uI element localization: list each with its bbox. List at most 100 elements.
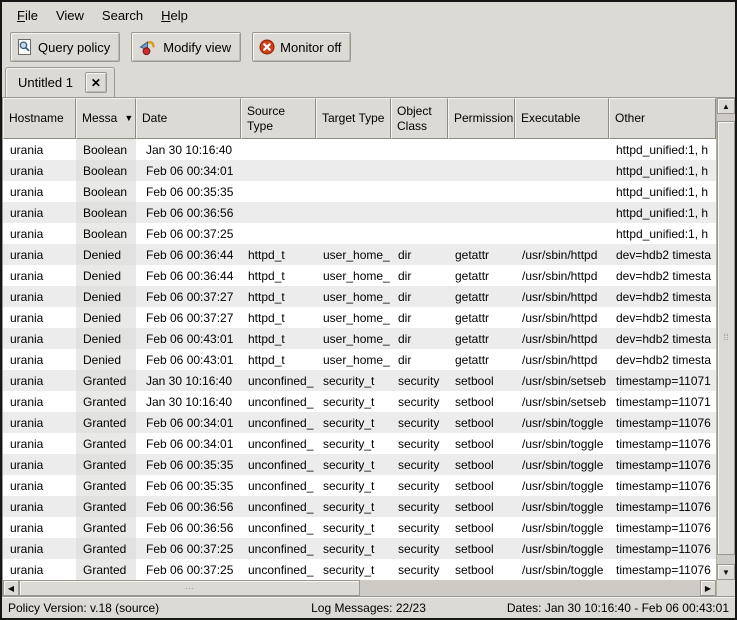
menu-view[interactable]: View	[47, 5, 93, 26]
table-cell: user_home_	[316, 286, 391, 307]
table-cell: security	[391, 412, 448, 433]
find-document-icon	[17, 39, 33, 55]
table-cell: Feb 06 00:37:25	[136, 223, 241, 244]
table-cell: urania	[3, 370, 76, 391]
column-header-executable[interactable]: Executable	[515, 98, 609, 139]
table-row[interactable]: uraniaGrantedFeb 06 00:36:56unconfined_s…	[3, 496, 716, 517]
table-row[interactable]: uraniaBooleanFeb 06 00:37:25httpd_unifie…	[3, 223, 716, 244]
scroll-right-button[interactable]: ▶	[700, 580, 716, 596]
tab-untitled-1[interactable]: Untitled 1 ✕	[5, 67, 115, 97]
table-row[interactable]: uraniaGrantedFeb 06 00:34:01unconfined_s…	[3, 433, 716, 454]
down-arrow-icon: ▼	[722, 568, 730, 577]
table-cell: timestamp=11076	[609, 496, 716, 517]
table-cell: getattr	[448, 307, 515, 328]
horizontal-scroll-trough[interactable]: ⋯	[19, 580, 700, 596]
horizontal-scroll-thumb[interactable]: ⋯	[19, 580, 360, 596]
column-header-source-type[interactable]: Source Type	[241, 98, 316, 139]
vertical-scrollbar[interactable]: ▲ ⁞⁞ ▼	[716, 98, 735, 580]
thumb-grip-icon: ⁞⁞	[723, 333, 728, 342]
horizontal-scrollbar[interactable]: ◀ ⋯ ▶	[3, 580, 716, 596]
table-row[interactable]: uraniaBooleanFeb 06 00:36:56httpd_unifie…	[3, 202, 716, 223]
table-cell: security_t	[316, 559, 391, 580]
table-cell: user_home_	[316, 307, 391, 328]
column-header-date[interactable]: Date	[136, 98, 241, 139]
column-header-other[interactable]: Other	[609, 98, 716, 139]
table-cell: /usr/sbin/toggle	[515, 433, 609, 454]
monitor-off-button[interactable]: Monitor off	[252, 32, 351, 62]
table-row[interactable]: uraniaGrantedFeb 06 00:35:35unconfined_s…	[3, 475, 716, 496]
table-row[interactable]: uraniaDeniedFeb 06 00:43:01httpd_tuser_h…	[3, 349, 716, 370]
table-cell: httpd_t	[241, 244, 316, 265]
table-cell: security	[391, 475, 448, 496]
table-cell	[241, 139, 316, 160]
column-header-permission[interactable]: Permission	[448, 98, 515, 139]
table-cell: dir	[391, 244, 448, 265]
close-icon: ✕	[91, 77, 101, 89]
vertical-scroll-trough[interactable]: ⁞⁞	[717, 114, 735, 564]
scroll-up-button[interactable]: ▲	[717, 98, 735, 114]
table-cell: urania	[3, 139, 76, 160]
table-row[interactable]: uraniaBooleanJan 30 10:16:40httpd_unifie…	[3, 139, 716, 160]
table-cell: urania	[3, 202, 76, 223]
table-cell: timestamp=11076	[609, 412, 716, 433]
table-row[interactable]: uraniaDeniedFeb 06 00:36:44httpd_tuser_h…	[3, 265, 716, 286]
table-row[interactable]: uraniaGrantedFeb 06 00:37:25unconfined_s…	[3, 538, 716, 559]
table-cell: Feb 06 00:35:35	[136, 475, 241, 496]
table-cell: setbool	[448, 370, 515, 391]
seaudit-window: FileViewSearchHelp Query policy Modify vi…	[0, 0, 737, 620]
scroll-left-button[interactable]: ◀	[3, 580, 19, 596]
tab-close-button[interactable]: ✕	[85, 72, 107, 93]
table-cell: Granted	[76, 559, 136, 580]
table-cell	[391, 202, 448, 223]
table-cell: Feb 06 00:35:35	[136, 454, 241, 475]
table-cell: Feb 06 00:36:56	[136, 517, 241, 538]
vertical-scroll-thumb[interactable]: ⁞⁞	[717, 121, 735, 555]
table-row[interactable]: uraniaDeniedFeb 06 00:37:27httpd_tuser_h…	[3, 286, 716, 307]
table-row[interactable]: uraniaDeniedFeb 06 00:36:44httpd_tuser_h…	[3, 244, 716, 265]
menu-file[interactable]: File	[8, 5, 47, 26]
table-cell: security_t	[316, 538, 391, 559]
table-cell: unconfined_	[241, 559, 316, 580]
table-cell: Feb 06 00:35:35	[136, 181, 241, 202]
table-row[interactable]: uraniaDeniedFeb 06 00:37:27httpd_tuser_h…	[3, 307, 716, 328]
query-policy-button[interactable]: Query policy	[10, 32, 120, 62]
column-header-label: Messa	[82, 111, 117, 126]
table-cell: Boolean	[76, 202, 136, 223]
table-cell: dev=hdb2 timesta	[609, 244, 716, 265]
column-header-object-class[interactable]: Object Class	[391, 98, 448, 139]
table-row[interactable]: uraniaGrantedFeb 06 00:35:35unconfined_s…	[3, 454, 716, 475]
menu-help[interactable]: Help	[152, 5, 197, 26]
column-header-target-type[interactable]: Target Type	[316, 98, 391, 139]
table-cell: user_home_	[316, 244, 391, 265]
scroll-down-button[interactable]: ▼	[717, 564, 735, 580]
table-row[interactable]: uraniaGrantedFeb 06 00:36:56unconfined_s…	[3, 517, 716, 538]
table-cell: Jan 30 10:16:40	[136, 139, 241, 160]
menu-search[interactable]: Search	[93, 5, 152, 26]
table-cell: httpd_t	[241, 349, 316, 370]
table-row[interactable]: uraniaBooleanFeb 06 00:35:35httpd_unifie…	[3, 181, 716, 202]
table-cell	[391, 181, 448, 202]
column-header-messa[interactable]: Messa▼	[76, 98, 136, 139]
table-cell: getattr	[448, 328, 515, 349]
table-cell	[448, 139, 515, 160]
table-row[interactable]: uraniaGrantedJan 30 10:16:40unconfined_s…	[3, 391, 716, 412]
table-row[interactable]: uraniaGrantedJan 30 10:16:40unconfined_s…	[3, 370, 716, 391]
table-cell: /usr/sbin/httpd	[515, 286, 609, 307]
column-header-label: Permission	[454, 111, 513, 126]
table-cell	[515, 223, 609, 244]
status-policy-version: Policy Version: v.18 (source)	[8, 601, 311, 615]
table-row[interactable]: uraniaDeniedFeb 06 00:43:01httpd_tuser_h…	[3, 328, 716, 349]
table-cell: setbool	[448, 559, 515, 580]
table-row[interactable]: uraniaBooleanFeb 06 00:34:01httpd_unifie…	[3, 160, 716, 181]
modify-view-button[interactable]: Modify view	[131, 32, 241, 62]
table-cell: unconfined_	[241, 391, 316, 412]
table-row[interactable]: uraniaGrantedFeb 06 00:34:01unconfined_s…	[3, 412, 716, 433]
table-cell: urania	[3, 454, 76, 475]
toolbar: Query policy Modify view Monitor off	[2, 28, 735, 66]
column-header-label: Object Class	[397, 104, 442, 134]
column-header-hostname[interactable]: Hostname	[3, 98, 76, 139]
table-cell: security	[391, 454, 448, 475]
table-cell: Feb 06 00:37:27	[136, 307, 241, 328]
table-row[interactable]: uraniaGrantedFeb 06 00:37:25unconfined_s…	[3, 559, 716, 580]
table-cell: unconfined_	[241, 538, 316, 559]
